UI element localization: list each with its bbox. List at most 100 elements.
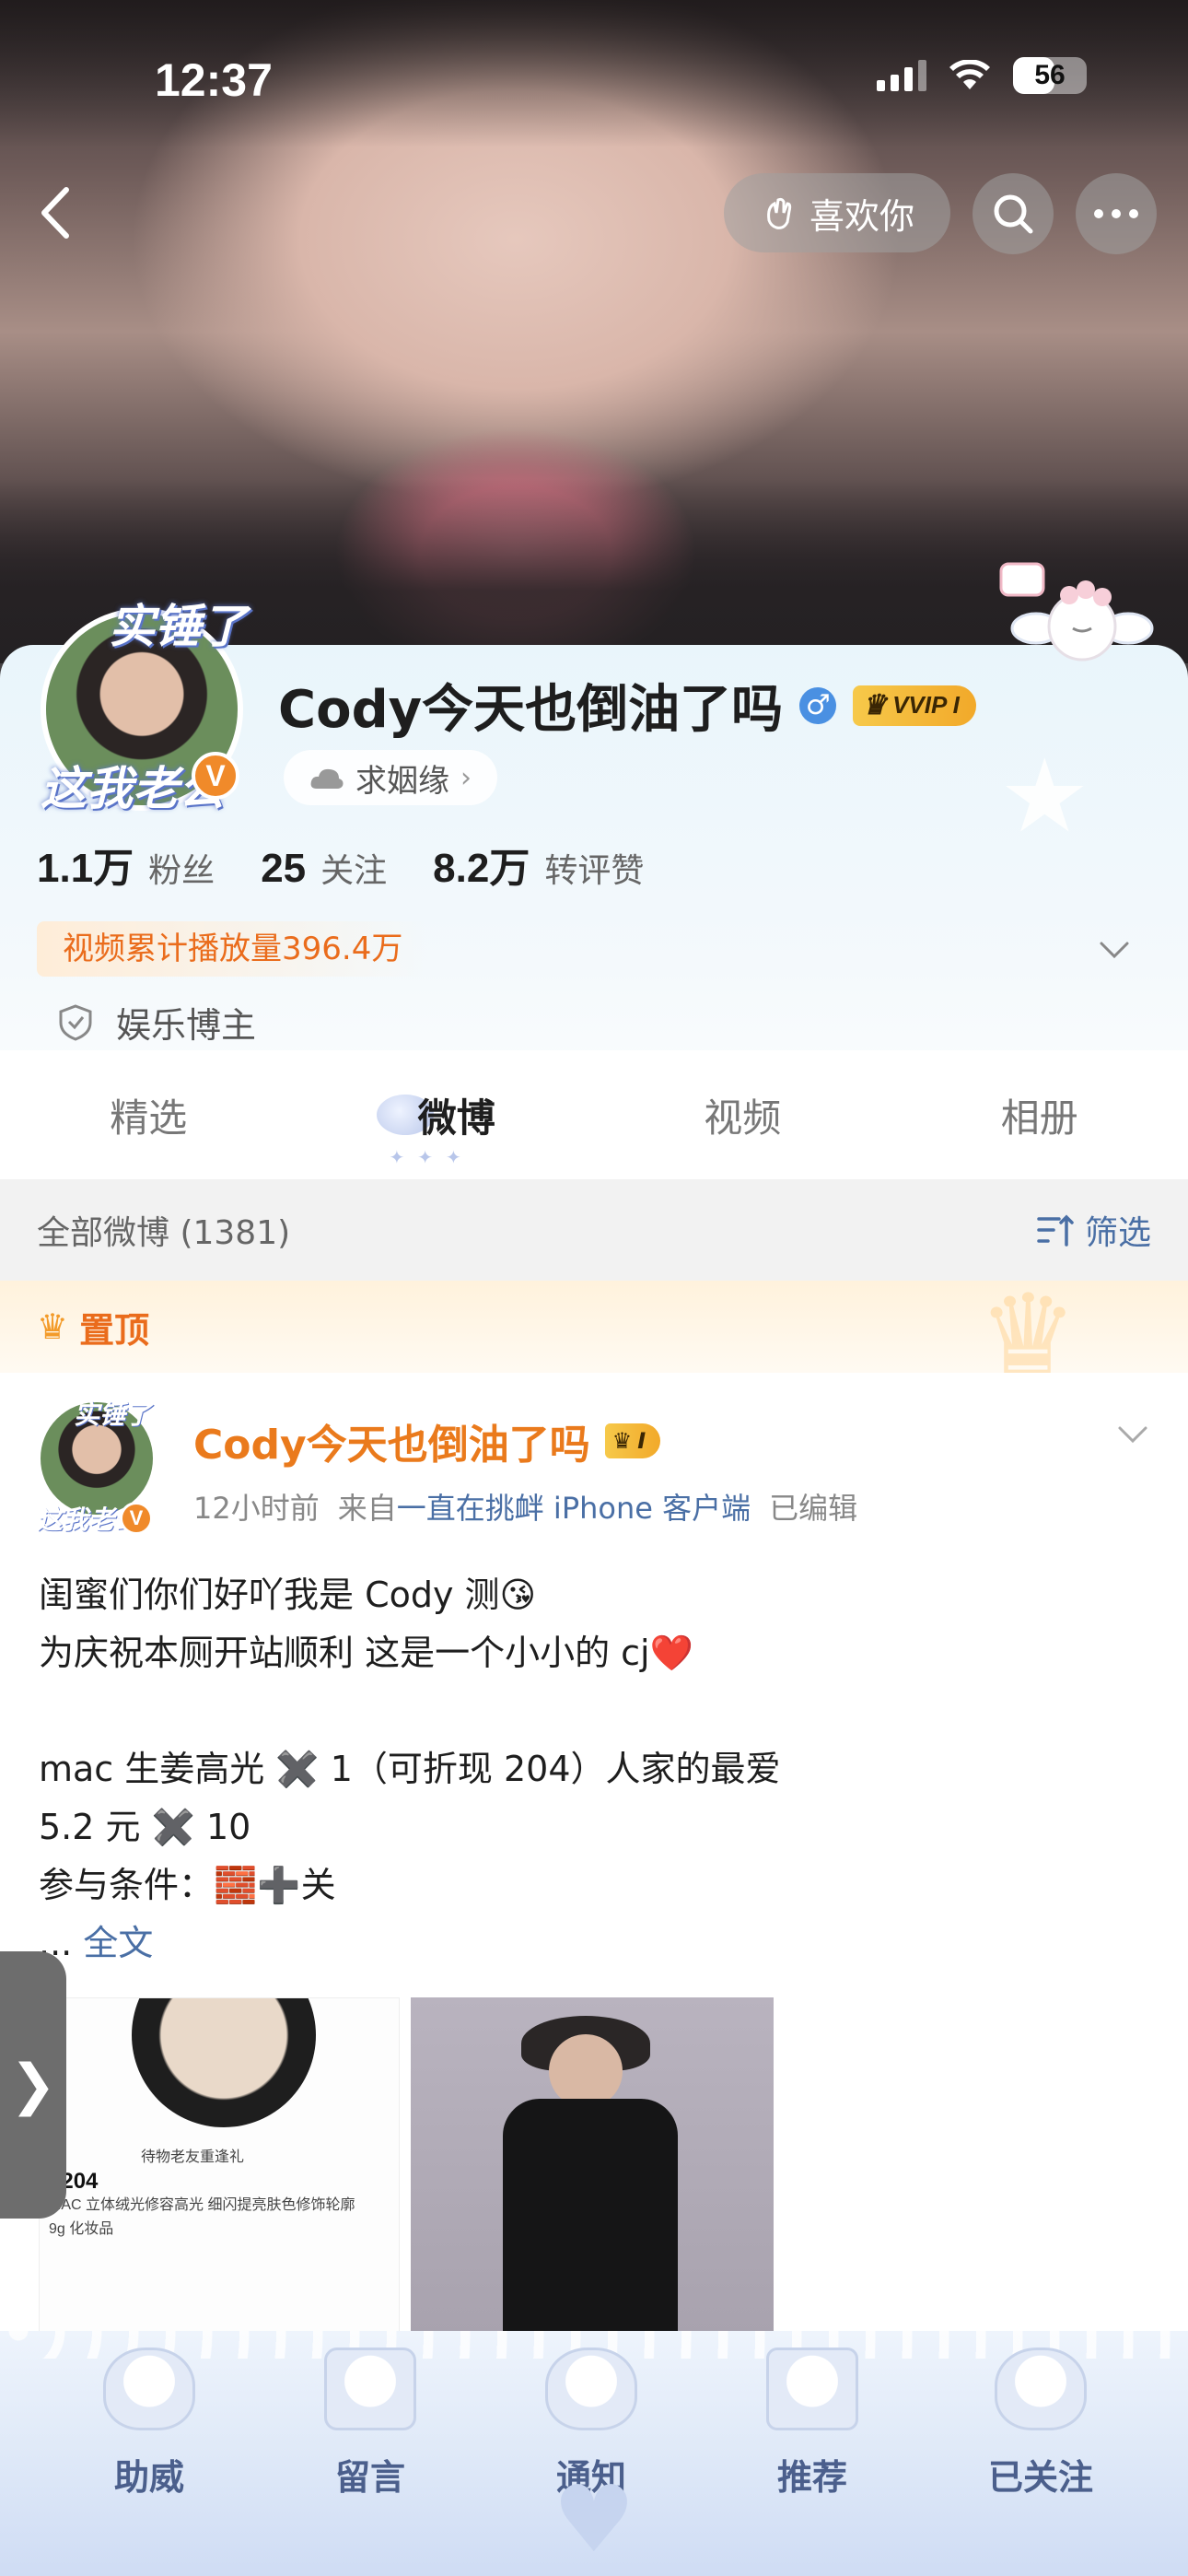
post-image-product[interactable]: 待物老友重逢礼 ¥204 MAC 立体绒光修容高光 细闪提亮肤色修饰轮廓 9g …: [39, 1997, 400, 2338]
recommend-button[interactable]: 推荐: [720, 2348, 904, 2513]
bottom-label: 推荐: [776, 2457, 847, 2498]
verified-badge: V: [192, 752, 239, 800]
bottom-label: 已关注: [987, 2457, 1093, 2498]
tag-chip-label: 求姻缘: [355, 762, 449, 800]
video-play-count-row[interactable]: 视频累计播放量396.4万: [37, 921, 1151, 977]
vip-badge[interactable]: ♛ VVIP I: [853, 685, 976, 726]
post-line: mac 生姜高光 ✖️ 1（可折现 204）人家的最爱: [39, 1749, 781, 1789]
post-image-person[interactable]: [411, 1997, 774, 2338]
profile-avatar[interactable]: 实锤了 这我老公 V: [31, 590, 252, 815]
vip-badge[interactable]: ♛ I: [604, 1423, 661, 1458]
more-button[interactable]: [1076, 173, 1157, 254]
tab-label: 微博: [417, 1095, 495, 1141]
tab-label: 视频: [704, 1095, 782, 1141]
stat-following[interactable]: 25 关注: [261, 844, 387, 892]
profile-name: Cody今天也倒油了吗: [278, 680, 784, 740]
vip-label: I: [637, 1428, 646, 1454]
chevron-right-icon: ❯: [9, 2053, 57, 2117]
tab-label: 相册: [1000, 1095, 1078, 1141]
stat-number: 1.1万: [37, 846, 134, 891]
battery-percent: 56: [1034, 60, 1066, 90]
cheer-button[interactable]: 助威: [57, 2348, 241, 2513]
wifi-icon: [949, 60, 990, 89]
bottom-action-bar: 助威 留言 通知 推荐 已关注 ♥: [0, 2331, 1188, 2576]
filter-icon: [1037, 1214, 1074, 1247]
post-more-line: ... 全文: [39, 1914, 1144, 1973]
pinned-bar: ♛ 置顶 ♛: [0, 1281, 1188, 1391]
hand-heart-icon: [767, 197, 792, 229]
bottom-label: 留言: [334, 2457, 405, 2498]
tab-weibo[interactable]: 微博 ✦✦✦: [297, 1050, 595, 1179]
post-author-name[interactable]: Cody今天也倒油了吗: [193, 1411, 590, 1470]
post-line: 参与条件：🧱➕关: [39, 1865, 336, 1905]
cloud-icon: [310, 768, 344, 789]
search-button[interactable]: [973, 173, 1054, 254]
tag-chip[interactable]: 求姻缘 ›: [284, 750, 497, 805]
person-face: [549, 2034, 623, 2108]
tab-label: 精选: [110, 1095, 188, 1141]
crown-icon: ♛: [611, 1428, 633, 1454]
pinned-post[interactable]: 实锤了 这我老公 V Cody今天也倒油了吗 ♛ I 12小时前 来自一直在挑衅…: [0, 1373, 1188, 2349]
battery-icon: 56: [1013, 57, 1087, 94]
post-meta: 12小时前 来自一直在挑衅 iPhone 客户端 已编辑: [193, 1485, 857, 1528]
signal-icon: [877, 60, 926, 91]
message-button[interactable]: 留言: [278, 2348, 462, 2513]
video-play-count: 视频累计播放量396.4万: [37, 921, 429, 977]
stat-number: 25: [261, 846, 307, 891]
shield-icon: [59, 1003, 92, 1041]
chevron-down-icon[interactable]: [1114, 1415, 1151, 1452]
stat-number: 8.2万: [433, 846, 530, 891]
notification-icon: [545, 2348, 637, 2430]
post-source: 来自一直在挑衅 iPhone 客户端: [338, 1485, 751, 1528]
cheer-icon: [103, 2348, 195, 2430]
crown-icon: ♛: [37, 1306, 69, 1347]
status-bar: 12:37 56: [0, 0, 1188, 138]
read-more-link[interactable]: 全文: [83, 1923, 153, 1963]
avatar-sticker-top: 实锤了: [109, 599, 247, 653]
person-suit: [503, 2099, 678, 2338]
vip-label: VVIP I: [892, 691, 960, 719]
pinned-label: 置顶: [79, 1309, 150, 1351]
all-posts-count: 全部微博 (1381): [37, 1214, 291, 1252]
stat-label: 粉丝: [148, 852, 215, 890]
category-label: 娱乐博主: [116, 1005, 257, 1046]
filter-button[interactable]: 筛选: [1035, 1206, 1151, 1254]
message-icon: [324, 2348, 416, 2430]
tab-album[interactable]: 相册: [891, 1050, 1188, 1179]
heart-decoration-icon: ♥: [553, 2465, 635, 2573]
angel-decoration-icon: [999, 562, 1154, 662]
post-source-prefix: 来自: [337, 1491, 397, 1526]
post-line: [39, 1682, 1144, 1740]
back-icon[interactable]: [28, 181, 92, 245]
product-spec: 9g 化妆品: [49, 2221, 114, 2237]
post-edited: 已编辑: [769, 1491, 858, 1526]
filter-bar: 全部微博 (1381) 筛选: [0, 1179, 1188, 1281]
following-icon: [995, 2348, 1087, 2430]
post-line: 闺蜜们你们好吖我是 Cody 测😘: [39, 1575, 537, 1615]
crown-icon: ♛: [862, 690, 888, 720]
male-icon: ♂: [799, 686, 837, 724]
folder-share-icon: [766, 2348, 858, 2430]
stat-label: 关注: [320, 852, 388, 890]
bottom-label: 助威: [113, 2457, 184, 2498]
stat-followers[interactable]: 1.1万 粉丝: [37, 835, 215, 894]
status-time: 12:37: [155, 54, 273, 106]
profile-tabs: 精选 微博 ✦✦✦ 视频 相册: [0, 1050, 1188, 1179]
tab-featured[interactable]: 精选: [0, 1050, 297, 1179]
post-avatar-sticker-top: 实锤了: [74, 1399, 152, 1430]
star-decoration: ★: [999, 737, 1090, 855]
product-gift-label: 待物老友重逢礼: [141, 2149, 245, 2165]
product-name: MAC 立体绒光修容高光 细闪提亮肤色修饰轮廓: [49, 2197, 355, 2213]
like-button[interactable]: 喜欢你: [724, 173, 950, 252]
profile-stats: 1.1万 粉丝 25 关注 8.2万 转评赞: [37, 835, 644, 894]
post-time: 12小时前: [193, 1491, 320, 1526]
stat-label: 转评赞: [544, 852, 645, 890]
post-source-name[interactable]: 一直在挑衅 iPhone 客户端: [397, 1491, 751, 1526]
chevron-down-icon[interactable]: [1096, 931, 1133, 967]
verified-badge: V: [120, 1502, 153, 1535]
tab-video[interactable]: 视频: [594, 1050, 891, 1179]
chevron-right-icon: ›: [460, 761, 472, 794]
stat-interactions[interactable]: 8.2万 转评赞: [433, 835, 644, 894]
following-button[interactable]: 已关注: [949, 2348, 1133, 2513]
side-drawer-handle[interactable]: ❯: [0, 1951, 66, 2219]
